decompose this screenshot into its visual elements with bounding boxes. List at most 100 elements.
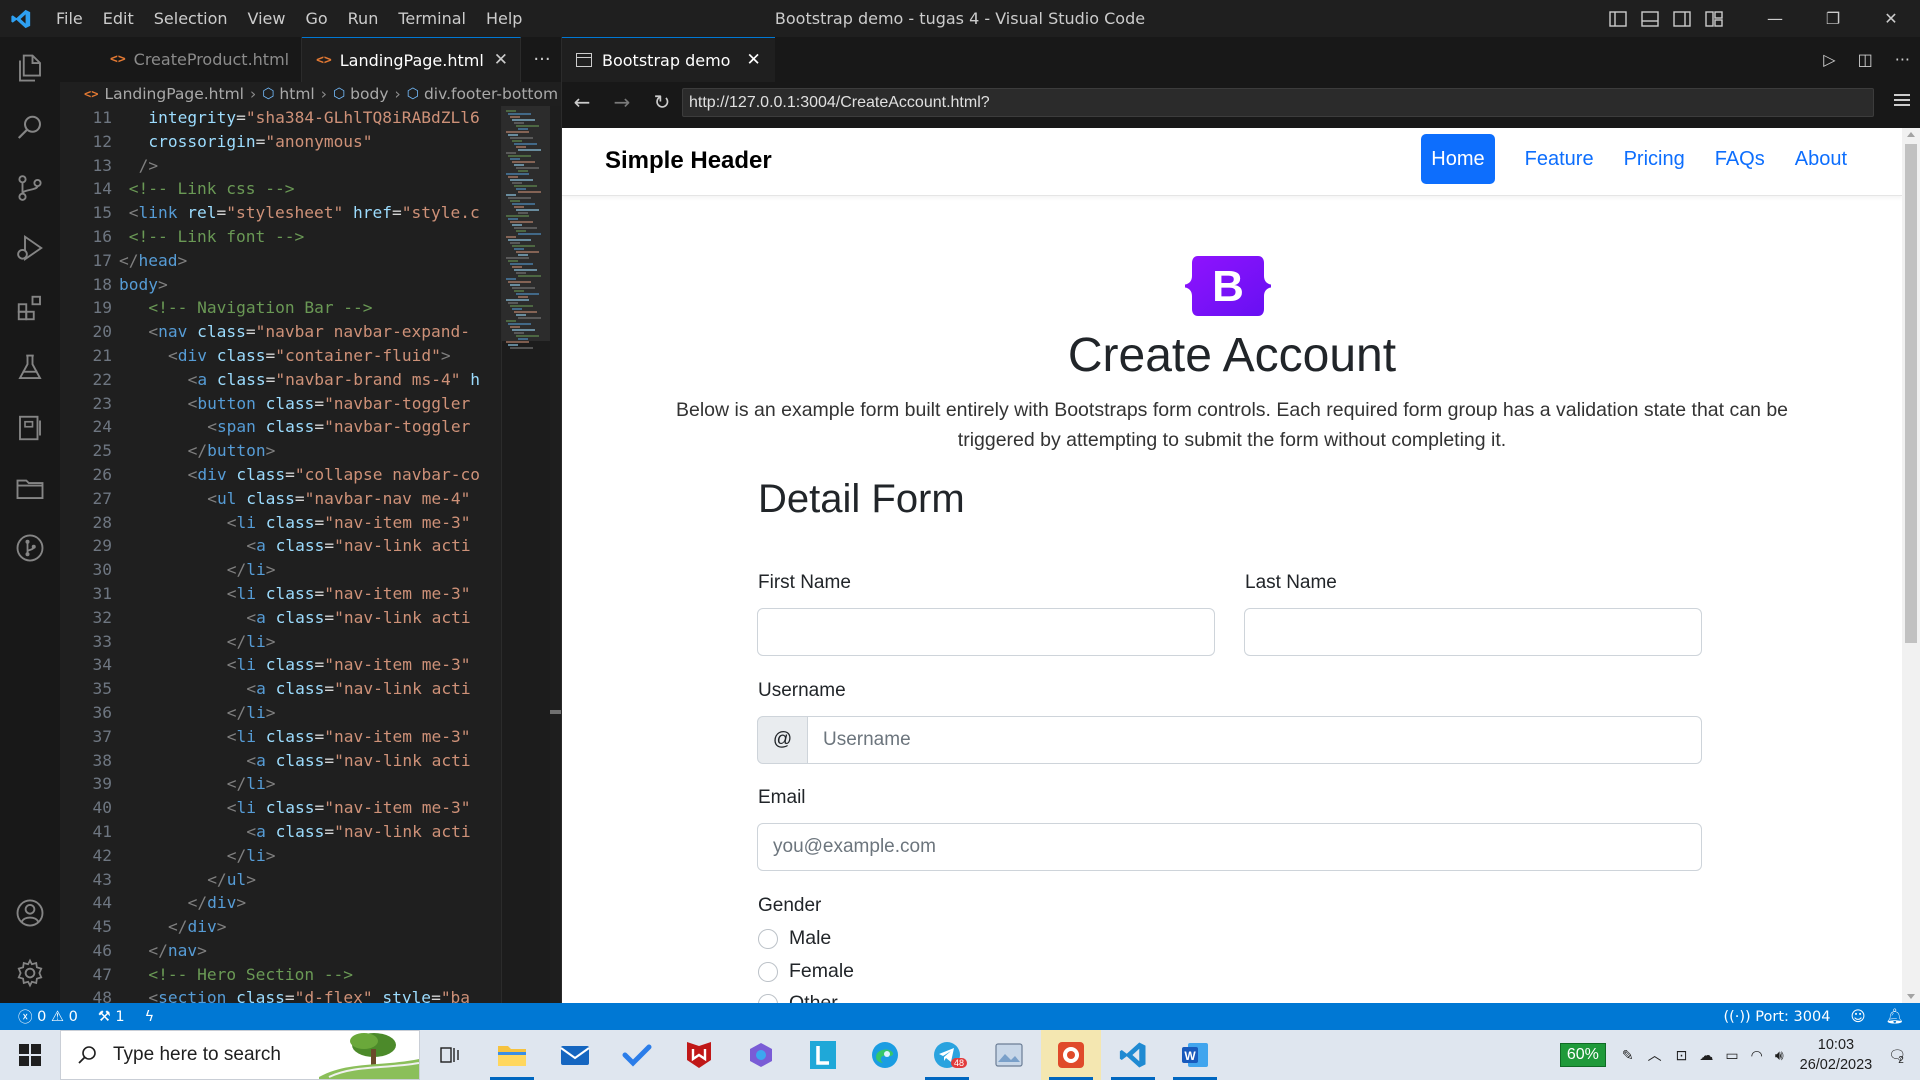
battery-indicator[interactable]: 60% [1559,1043,1606,1067]
search-icon[interactable] [0,102,60,154]
chevron-up-icon[interactable]: ︿ [1648,1045,1662,1065]
code-line[interactable]: 12 crossorigin="anonymous" [60,130,501,154]
tab-bootstrap-demo[interactable]: Bootstrap demo ✕ [562,37,775,82]
breadcrumb-item[interactable]: body [350,85,388,103]
address-input[interactable]: http://127.0.0.1:3004/CreateAccount.html… [682,88,1874,117]
gender-radio-female[interactable]: Female [758,960,854,983]
restore-button[interactable]: ❐ [1804,0,1862,37]
minimap[interactable] [501,106,562,1003]
scrollbar-thumb[interactable] [1905,144,1917,643]
todo-icon[interactable] [607,1030,667,1080]
code-line[interactable]: 42 </li> [60,844,501,868]
last-name-input[interactable] [1244,608,1702,656]
lightning-icon[interactable]: ϟ [135,1009,165,1025]
breadcrumb-item[interactable]: div.footer-bottom [424,85,558,103]
live-server-port[interactable]: ((·)) Port: 3004 [1713,1009,1840,1025]
page-scrollbar[interactable] [1902,128,1920,1003]
code-line[interactable]: 20 <nav class="navbar navbar-expand- [60,320,501,344]
menu-run[interactable]: Run [338,0,389,37]
mail-icon[interactable] [545,1030,605,1080]
menu-selection[interactable]: Selection [144,0,238,37]
code-line[interactable]: 32 <a class="nav-link acti [60,606,501,630]
code-line[interactable]: 39 </li> [60,772,501,796]
menu-terminal[interactable]: Terminal [388,0,476,37]
code-line[interactable]: 27 <ul class="navbar-nav me-4" [60,487,501,511]
code-line[interactable]: 17 </head> [60,249,501,273]
split-editor-icon[interactable]: ◫ [1858,50,1873,69]
breadcrumb-item[interactable]: html [279,85,314,103]
code-line[interactable]: 46 </nav> [60,939,501,963]
breadcrumb-item[interactable]: LandingPage.html [104,85,244,103]
forward-arrow-icon[interactable]: → [602,90,642,114]
first-name-input[interactable] [757,608,1215,656]
volume-icon[interactable]: 🔊︎ [1775,1047,1784,1064]
menu-edit[interactable]: Edit [93,0,144,37]
code-line[interactable]: 13 /> [60,154,501,178]
run-icon[interactable]: ▷ [1823,50,1835,69]
launcher-l-icon[interactable] [793,1030,853,1080]
more-actions-icon[interactable]: ··· [523,37,561,82]
battery-icon[interactable]: ▭ [1725,1047,1738,1064]
code-line[interactable]: 34 <li class="nav-item me-3" [60,653,501,677]
menu-icon[interactable] [1894,94,1910,108]
git-graph-icon[interactable] [0,522,60,574]
source-control-icon[interactable] [0,162,60,214]
word-icon[interactable]: W [1165,1030,1225,1080]
code-line[interactable]: 48 <section class="d-flex" style="ba [60,986,501,1003]
remote-explorer-icon[interactable] [0,402,60,454]
minimize-button[interactable]: — [1746,0,1804,37]
username-input[interactable]: Username [807,716,1702,764]
settings-gear-icon[interactable] [0,947,60,999]
navbar-brand[interactable]: Simple Header [605,147,772,175]
code-line[interactable]: 21 <div class="container-fluid"> [60,344,501,368]
code-line[interactable]: 45 </div> [60,915,501,939]
vscode-taskbar-icon[interactable] [1103,1030,1163,1080]
radio-circle[interactable] [758,993,778,1003]
back-arrow-icon[interactable]: ← [562,90,602,114]
onedrive-icon[interactable]: ☁ [1699,1047,1713,1064]
folder-icon[interactable] [0,462,60,514]
wifi-icon[interactable]: ◠ [1751,1047,1763,1064]
code-line[interactable]: 22 <a class="navbar-brand ms-4" h [60,368,501,392]
recorder-icon[interactable] [1041,1030,1101,1080]
edge-browser-icon[interactable] [855,1030,915,1080]
run-debug-icon[interactable] [0,222,60,274]
code-line[interactable]: 43 </ul> [60,868,501,892]
close-window-button[interactable]: ✕ [1862,0,1920,37]
menu-file[interactable]: File [46,0,93,37]
code-line[interactable]: 16 <!-- Link font --> [60,225,501,249]
problems-indicator[interactable]: ⓧ 0 ⚠ 0 [0,1006,88,1027]
photos-icon[interactable] [979,1030,1039,1080]
customize-layout-icon[interactable] [1702,7,1726,31]
close-tab-icon[interactable]: ✕ [746,50,760,70]
code-editor[interactable]: 11 integrity="sha384-GLhlTQ8iRABdZLl6 12 cr… [60,106,501,1003]
code-line[interactable]: 37 <li class="nav-item me-3" [60,725,501,749]
file-explorer-icon[interactable] [482,1030,542,1080]
nav-faqs[interactable]: FAQs [1700,134,1780,184]
menu-help[interactable]: Help [476,0,532,37]
code-line[interactable]: 33 </li> [60,630,501,654]
toggle-secondary-sidebar-icon[interactable] [1670,7,1694,31]
extensions-icon[interactable] [0,282,60,334]
menu-view[interactable]: View [238,0,296,37]
code-line[interactable]: 19 <!-- Navigation Bar --> [60,296,501,320]
tab-landingpage[interactable]: <> LandingPage.html ✕ [302,37,522,82]
code-line[interactable]: 25 </button> [60,439,501,463]
mcafee-icon[interactable] [669,1030,729,1080]
code-line[interactable]: 24 <span class="navbar-toggler [60,415,501,439]
pen-icon[interactable]: ✎ [1622,1047,1634,1064]
code-line[interactable]: 31 <li class="nav-item me-3" [60,582,501,606]
feedback-icon[interactable]: ☺ [1840,1009,1875,1025]
close-tab-icon[interactable]: ✕ [494,50,508,70]
scroll-down-icon[interactable] [1907,994,1915,999]
more-actions-icon[interactable]: ··· [1895,50,1910,69]
action-center-icon[interactable]: 🗨︎ 2 [1888,1047,1906,1066]
menu-go[interactable]: Go [295,0,337,37]
gender-radio-other[interactable]: Other [758,992,838,1003]
taskbar-search[interactable]: Type here to search [60,1030,420,1080]
code-line[interactable]: 23 <button class="navbar-toggler [60,392,501,416]
accounts-icon[interactable] [0,887,60,939]
code-line[interactable]: 47 <!-- Hero Section --> [60,963,501,987]
email-input[interactable]: you@example.com [757,823,1702,871]
gender-radio-male[interactable]: Male [758,927,831,950]
